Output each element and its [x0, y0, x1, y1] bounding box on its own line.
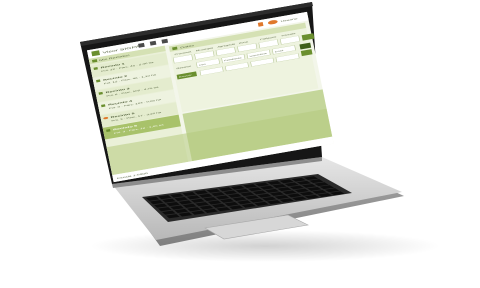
ground-shadow: [90, 230, 440, 262]
laptop-illustration: Visor SIGPAC Usuario Mis Recintos Recint…: [80, 2, 440, 262]
laptop-scene: Visor SIGPAC Usuario Mis Recintos Recint…: [0, 0, 480, 288]
notification-icon[interactable]: [257, 22, 264, 27]
